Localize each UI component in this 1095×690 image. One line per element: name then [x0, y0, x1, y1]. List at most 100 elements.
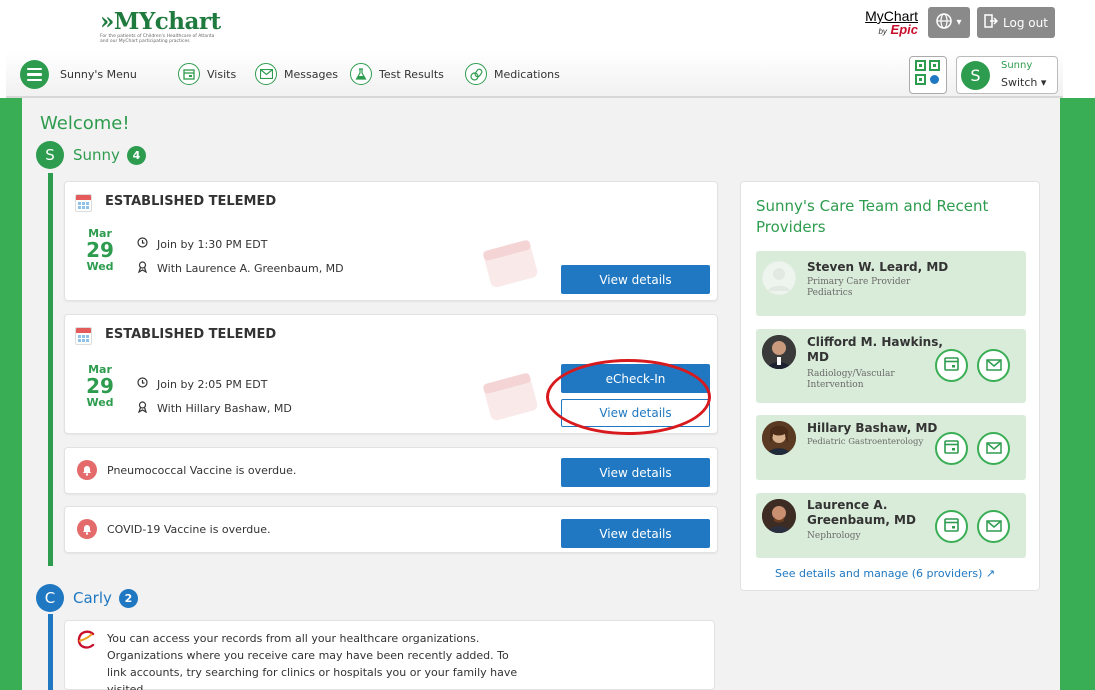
notification-count-badge: 4 — [126, 145, 146, 165]
appointment-provider: With Laurence A. Greenbaum, MD — [137, 261, 344, 276]
appointment-date: Mar 29 Wed — [85, 363, 115, 409]
provider-photo — [762, 421, 796, 455]
patient-avatar: S — [36, 141, 64, 169]
provider-photo — [762, 335, 796, 369]
schedule-appointment-button[interactable] — [935, 432, 968, 465]
epic-by: by — [878, 27, 887, 36]
reminder-text: Pneumococcal Vaccine is overdue. — [107, 464, 297, 477]
nav-medications-label: Medications — [494, 67, 560, 81]
profile-name: Sunny — [1001, 60, 1033, 71]
clock-icon — [137, 377, 148, 391]
provider-photo — [762, 499, 796, 533]
view-details-button[interactable]: View details — [561, 519, 710, 548]
provider-text: With Hillary Bashaw, MD — [157, 402, 292, 415]
welcome-heading: Welcome! — [40, 113, 130, 134]
care-team-title: Sunny's Care Team and Recent Providers — [756, 197, 989, 236]
nav-messages-label: Messages — [284, 67, 338, 81]
provider-name: Hillary Bashaw, MD — [807, 421, 938, 435]
hamburger-icon — [20, 60, 49, 89]
nav-messages[interactable]: Messages — [255, 63, 338, 85]
date-day: 29 — [86, 238, 114, 262]
logo-text: »MYchart — [100, 8, 221, 35]
notification-count-badge: 2 — [118, 588, 138, 608]
appointment-date: Mar 29 Wed — [85, 227, 115, 273]
app-header: »MYchart For the patients of Children's … — [0, 0, 1095, 50]
logout-icon — [984, 14, 999, 31]
schedule-appointment-button[interactable] — [935, 510, 968, 543]
appointment-card[interactable]: ESTABLISHED TELEMED Mar 29 Wed Join by 1… — [64, 181, 718, 301]
date-day: 29 — [86, 374, 114, 398]
annotation-highlight-circle — [546, 359, 711, 435]
provider-name: Steven W. Leard, MD — [807, 260, 949, 274]
appointment-title: ESTABLISHED TELEMED — [105, 327, 277, 342]
provider-card[interactable]: Hillary Bashaw, MD Pediatric Gastroenter… — [756, 415, 1026, 480]
menu-button[interactable]: Sunny's Menu — [20, 60, 137, 89]
provider-role: Nephrology — [807, 531, 861, 541]
envelope-icon — [255, 63, 277, 85]
external-link-icon: ↗ — [985, 567, 996, 580]
nav-test-results[interactable]: Test Results — [350, 63, 444, 85]
schedule-appointment-button[interactable] — [935, 349, 968, 382]
provider-name: Laurence A. Greenbaum, MD — [807, 498, 916, 527]
nav-visits-label: Visits — [207, 67, 237, 81]
avatar: S — [961, 61, 990, 90]
provider-card[interactable]: Clifford M. Hawkins, MD Radiology/Vascul… — [756, 329, 1026, 403]
health-reminder-card[interactable]: COVID-19 Vaccine is overdue. View detail… — [64, 506, 718, 553]
date-weekday: Wed — [86, 260, 114, 273]
appointment-provider: With Hillary Bashaw, MD — [137, 401, 292, 416]
nav-visits[interactable]: Visits — [178, 63, 236, 85]
send-message-button[interactable] — [977, 510, 1010, 543]
happy-together-icon — [75, 629, 97, 655]
epic-wordmark: by Epic — [860, 23, 918, 39]
provider-role: Radiology/Vascular Intervention — [807, 369, 895, 390]
patient-timeline-line — [48, 614, 53, 690]
right-decoration — [1060, 98, 1095, 690]
send-message-button[interactable] — [977, 432, 1010, 465]
calendar-icon — [75, 327, 92, 345]
provider-text: With Laurence A. Greenbaum, MD — [157, 262, 344, 275]
nav-test-results-label: Test Results — [379, 67, 444, 81]
qr-code-icon — [915, 60, 941, 90]
patient-name: Carly — [73, 589, 112, 607]
logo-tagline: For the patients of Children's Healthcar… — [100, 34, 215, 44]
main-navbar: Sunny's Menu Visits Messages Test Result… — [6, 51, 1063, 98]
left-decoration — [0, 98, 22, 690]
care-team-panel: Sunny's Care Team and Recent Providers S… — [740, 181, 1040, 591]
epic-brand: Epic — [890, 22, 918, 37]
info-text: You can access your records from all you… — [107, 632, 518, 690]
profile-switch: Switch ▾ — [1001, 76, 1046, 89]
language-button[interactable]: ▾ — [928, 7, 970, 38]
mychart-by-epic-logo: MyChart by Epic — [860, 9, 918, 41]
linked-accounts-info-card[interactable]: You can access your records from all you… — [64, 620, 715, 690]
caret-down-icon: ▾ — [1040, 76, 1047, 89]
mychart-epic-wordmark: MyChart — [865, 8, 918, 24]
nav-medications[interactable]: Medications — [465, 63, 560, 85]
view-details-button[interactable]: View details — [561, 458, 710, 487]
view-details-button[interactable]: View details — [561, 265, 710, 294]
calendar-icon — [944, 517, 959, 536]
provider-card[interactable]: Steven W. Leard, MD Primary Care Provide… — [756, 251, 1026, 316]
health-reminder-card[interactable]: Pneumococcal Vaccine is overdue. View de… — [64, 447, 718, 494]
appointment-title: ESTABLISHED TELEMED — [105, 194, 277, 209]
bell-icon — [77, 460, 97, 480]
envelope-icon — [985, 517, 1002, 536]
provider-role: Primary Care Provider Pediatrics — [807, 277, 911, 298]
patient-header-carly[interactable]: C Carly 2 — [36, 584, 138, 612]
patient-avatar: C — [36, 584, 64, 612]
send-message-button[interactable] — [977, 349, 1010, 382]
logout-button[interactable]: Log out — [977, 7, 1055, 38]
provider-card[interactable]: Laurence A. Greenbaum, MD Nephrology — [756, 493, 1026, 558]
bell-icon — [77, 519, 97, 539]
patient-header-sunny[interactable]: S Sunny 4 — [36, 141, 146, 169]
profile-switcher[interactable]: S Sunny Switch ▾ — [956, 56, 1058, 94]
calendar-icon — [944, 356, 959, 375]
mychart-logo[interactable]: »MYchart For the patients of Children's … — [100, 8, 221, 44]
provider-placeholder-avatar — [762, 261, 796, 295]
envelope-icon — [985, 439, 1002, 458]
join-time: Join by 1:30 PM EDT — [137, 237, 267, 251]
see-details-manage-link[interactable]: See details and manage (6 providers) ↗ — [775, 567, 995, 580]
qr-code-button[interactable] — [909, 56, 947, 94]
join-time-text: Join by 1:30 PM EDT — [157, 237, 268, 251]
provider-name: Clifford M. Hawkins, MD — [807, 335, 943, 364]
join-time: Join by 2:05 PM EDT — [137, 377, 267, 391]
